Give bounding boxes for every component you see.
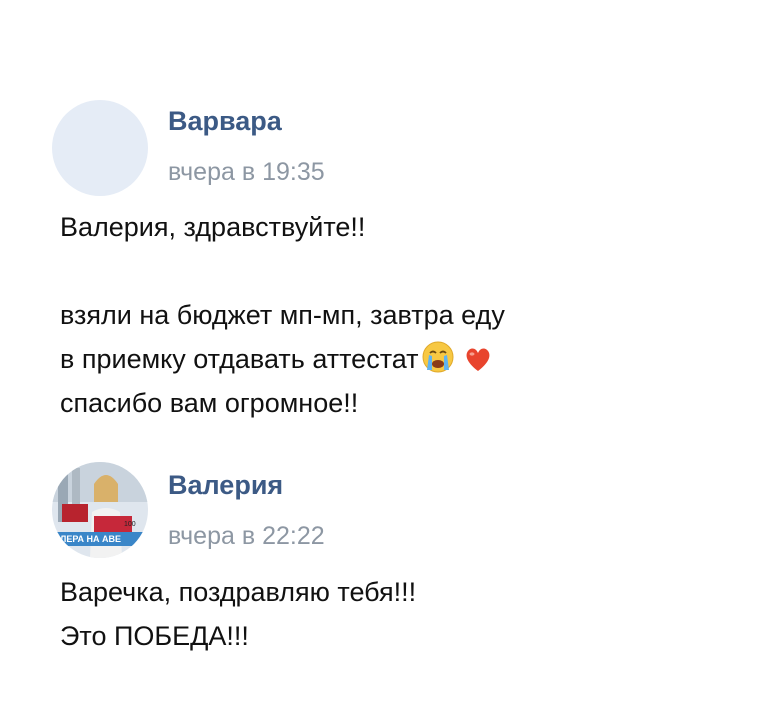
comment-line-empty bbox=[60, 249, 505, 293]
comment-timestamp[interactable]: вчера в 22:22 bbox=[168, 522, 325, 551]
avatar[interactable] bbox=[52, 100, 148, 196]
crying-face-icon bbox=[421, 340, 455, 387]
comment-text: Варечка, поздравляю тебя!!! Это ПОБЕДА!!… bbox=[60, 570, 416, 658]
comment-line: Это ПОБЕДА!!! bbox=[60, 621, 249, 651]
avatar-caption: ЛЕРА НА АВЕ bbox=[60, 534, 121, 544]
avatar-badge: 100 bbox=[124, 521, 136, 528]
avatar[interactable]: 100 ЛЕРА НА АВЕ bbox=[52, 462, 148, 558]
comment-line: взяли на бюджет мп-мп, завтра еду bbox=[60, 300, 505, 330]
comment-line: Валерия, здравствуйте!! bbox=[60, 212, 366, 242]
comment-timestamp[interactable]: вчера в 19:35 bbox=[168, 158, 325, 187]
comment-line-with-emoji: в приемку отдавать аттестат bbox=[60, 337, 505, 381]
comment-author[interactable]: Валерия bbox=[168, 470, 283, 501]
comment-line: спасибо вам огромное!! bbox=[60, 388, 359, 418]
comment-line-text: в приемку отдавать аттестат bbox=[60, 344, 419, 374]
heart-icon bbox=[463, 343, 493, 387]
comment-author[interactable]: Варвара bbox=[168, 106, 282, 137]
comment-line: Варечка, поздравляю тебя!!! bbox=[60, 577, 417, 607]
avatar-photo: 100 ЛЕРА НА АВЕ bbox=[52, 462, 148, 558]
comment-text: Валерия, здравствуйте!! взяли на бюджет … bbox=[60, 205, 505, 425]
